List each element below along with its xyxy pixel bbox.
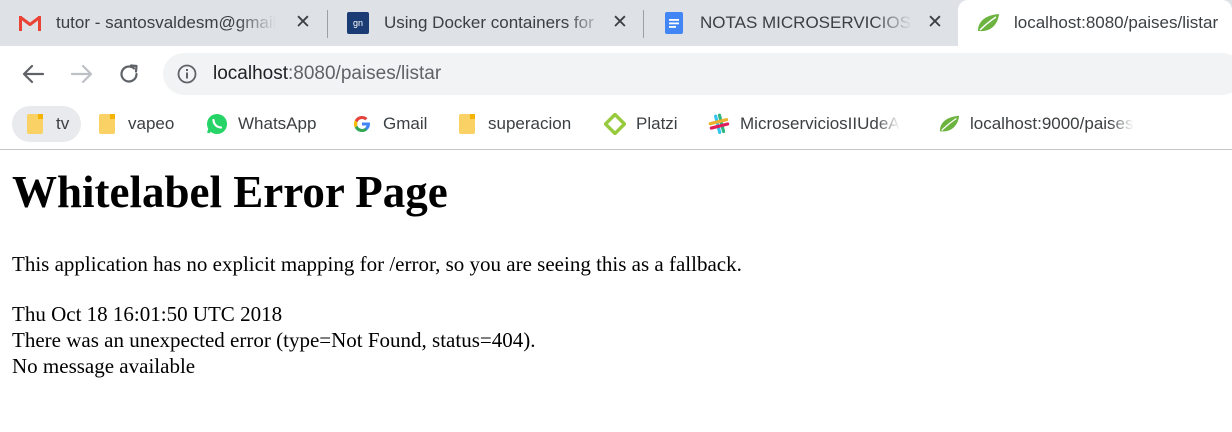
forward-arrow-icon[interactable] <box>67 59 97 89</box>
bookmark-microservicios[interactable]: MicroserviciosIIUdeA <box>708 106 900 142</box>
address-bar[interactable]: localhost:8080/paises/listar <box>163 53 1232 95</box>
page-content: Whitelabel Error Page This application h… <box>0 151 1232 432</box>
bookmark-label: WhatsApp <box>238 114 317 133</box>
reload-icon[interactable] <box>114 59 144 89</box>
bookmark-label: MicroserviciosIIUdeA <box>740 114 900 133</box>
error-message: This application has no explicit mapping… <box>12 252 742 276</box>
spring-leaf-icon <box>976 12 1000 34</box>
url-host: localhost <box>213 63 288 84</box>
tab-title: tutor - santosvaldesm@gmail.com <box>56 13 276 32</box>
tab-title: Using Docker containers for <box>384 13 594 32</box>
back-arrow-icon[interactable] <box>18 59 48 89</box>
folder-icon <box>456 113 478 135</box>
bookmark-superacion[interactable]: superacion <box>456 106 571 142</box>
gn-icon: gn <box>346 12 370 34</box>
tab-gmail[interactable]: tutor - santosvaldesm@gmail.com ✕ <box>0 0 326 46</box>
tab-strip: tutor - santosvaldesm@gmail.com ✕ gn Usi… <box>0 0 1232 46</box>
bookmark-localhost-9000[interactable]: localhost:9000/paises <box>938 106 1134 142</box>
bookmark-platzi[interactable]: Platzi <box>604 106 678 142</box>
error-type-status: There was an unexpected error (type=Not … <box>12 328 536 352</box>
tab-localhost-active[interactable]: localhost:8080/paises/listar <box>958 0 1232 46</box>
svg-text:gn: gn <box>353 18 363 28</box>
folder-icon <box>96 113 118 135</box>
error-details: Thu Oct 18 16:01:50 UTC 2018 There was a… <box>12 301 535 379</box>
info-icon[interactable] <box>177 64 197 84</box>
slack-icon <box>708 113 730 135</box>
tab-notas[interactable]: NOTAS MICROSERVICIOS - ✕ <box>644 0 956 46</box>
bookmarks-bar: tv vapeo WhatsApp Gmail superacion Platz… <box>0 100 1232 150</box>
platzi-icon <box>604 113 626 135</box>
bookmark-whatsapp[interactable]: WhatsApp <box>206 106 316 142</box>
bookmark-label: vapeo <box>128 114 175 133</box>
google-icon <box>351 113 373 135</box>
tab-title: NOTAS MICROSERVICIOS - <box>700 13 912 32</box>
url-path: :8080/paises/listar <box>288 63 442 84</box>
error-timestamp: Thu Oct 18 16:01:50 UTC 2018 <box>12 302 283 326</box>
page-title: Whitelabel Error Page <box>12 167 448 217</box>
folder-icon <box>24 113 46 135</box>
error-detail: No message available <box>12 354 196 378</box>
bookmark-tv[interactable]: tv <box>12 106 82 142</box>
bookmark-label: Gmail <box>383 114 428 133</box>
bookmark-gmail[interactable]: Gmail <box>351 106 427 142</box>
bookmark-label: superacion <box>488 114 572 133</box>
bookmark-label: Platzi <box>636 114 678 133</box>
browser-toolbar: localhost:8080/paises/listar <box>0 46 1232 100</box>
close-icon[interactable]: ✕ <box>292 12 314 34</box>
bookmark-vapeo[interactable]: vapeo <box>96 106 174 142</box>
gmail-icon <box>18 12 42 34</box>
spring-leaf-icon <box>938 113 960 135</box>
tab-title: localhost:8080/paises/listar <box>1014 13 1219 32</box>
bookmark-label: tv <box>56 114 70 133</box>
url-text[interactable]: localhost:8080/paises/listar <box>213 63 441 85</box>
whatsapp-icon <box>206 113 228 135</box>
close-icon[interactable]: ✕ <box>924 12 946 34</box>
tab-docker[interactable]: gn Using Docker containers for ✕ <box>328 0 642 46</box>
google-docs-icon <box>662 12 686 34</box>
close-icon[interactable]: ✕ <box>609 12 631 34</box>
bookmark-label: localhost:9000/paises <box>970 114 1134 133</box>
